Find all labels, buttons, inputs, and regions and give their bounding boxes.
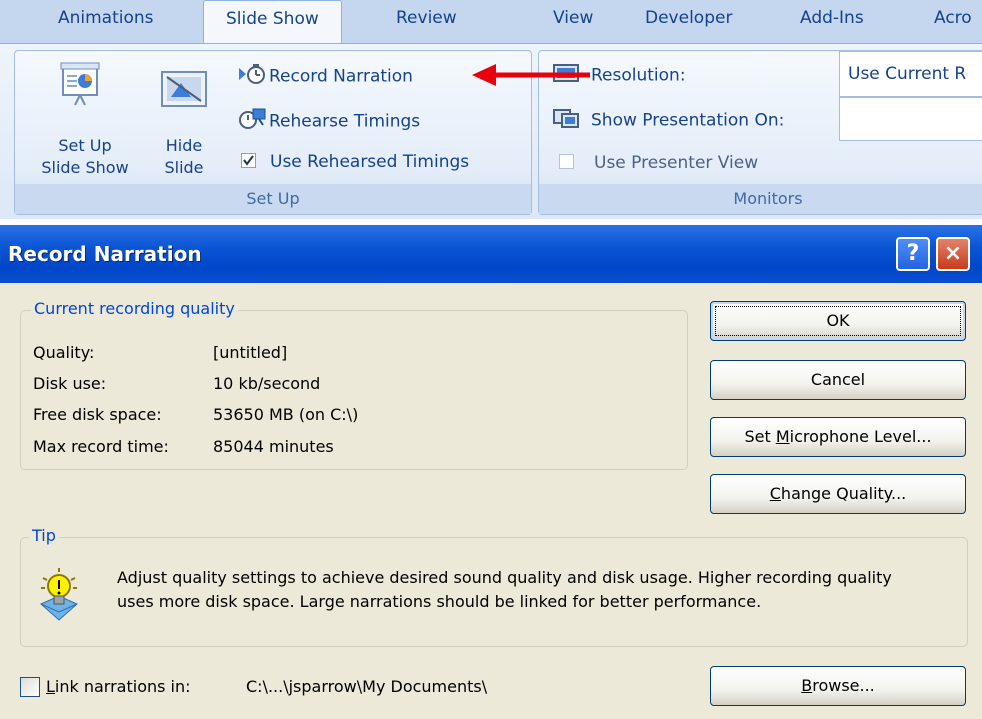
setup-slideshow-icon [59,61,103,111]
rehearse-timings-button[interactable]: Rehearse Timings [237,107,420,136]
hide-slide-label-line2: Slide [164,158,204,177]
tip-legend: Tip [29,526,59,545]
show-presentation-icon [553,108,591,133]
lightbulb-icon [37,566,81,626]
link-narrations-path: C:\...\jsparrow\My Documents\ [246,677,488,696]
link-narrations-checkbox[interactable]: Link narrations in: [20,675,220,699]
dialog-titlebar[interactable]: Record Narration ? × [0,225,982,283]
tip-text: Adjust quality settings to achieve desir… [117,568,892,611]
quality-legend: Current recording quality [31,299,238,318]
max-record-time-value: 85044 minutes [213,437,334,456]
show-presentation-on-row: Show Presentation On: [553,108,784,133]
ribbon-tabstrip: Animations Slide Show Review View Develo… [0,0,982,44]
rehearse-timings-icon [237,107,269,136]
use-rehearsed-timings-label: Use Rehearsed Timings [270,152,470,172]
link-narrations-check-box [20,677,40,697]
link-narrations-accelerator: L [46,677,55,696]
setup-group-label: Set Up [15,184,531,214]
quality-row-label: Quality: [33,343,95,362]
annotation-arrow-icon [472,62,592,92]
free-disk-space-label: Free disk space: [33,405,162,424]
setup-slideshow-label: Set Up Slide Show [21,135,149,179]
disk-use-label: Disk use: [33,374,107,393]
focus-rectangle [715,306,961,336]
set-mic-label-suffix: icrophone Level... [789,427,932,446]
tab-animations[interactable]: Animations [58,8,154,28]
use-presenter-view-check-icon [559,153,574,169]
link-narrations-label: Link narrations in: [46,677,191,696]
change-quality-label: Change Quality... [770,484,907,503]
tab-review[interactable]: Review [396,8,457,28]
cancel-button-label: Cancel [810,370,866,389]
set-mic-accelerator: M [775,427,790,446]
ribbon: Animations Slide Show Review View Develo… [0,0,982,219]
tip-groupbox: Tip Adjust quality settings to achieve d… [20,526,968,647]
rehearse-timings-label: Rehearse Timings [269,111,421,132]
setup-group: Set Up Slide Show Hide Slide Record Narr… [14,50,532,215]
set-microphone-level-label: Set Microphone Level... [744,427,931,446]
change-quality-label-suffix: hange Quality... [780,484,907,503]
monitors-group: Resolution: Use Current R Show Presentat… [538,50,982,215]
set-microphone-level-button[interactable]: Set Microphone Level... [710,417,966,457]
use-presenter-view-label: Use Presenter View [594,153,759,173]
show-presentation-on-dropdown[interactable] [839,97,982,141]
browse-button-label: Browse... [801,676,875,695]
max-record-time-label: Max record time: [33,437,169,456]
setup-slideshow-label-line2: Slide Show [41,158,129,177]
tab-acrobat[interactable]: Acro [934,8,972,28]
hide-slide-label: Hide Slide [151,135,217,179]
quality-groupbox: Current recording quality Quality: [unti… [20,299,688,470]
browse-accelerator: B [801,676,813,695]
disk-use-value: 10 kb/second [213,374,321,393]
record-narration-label: Record Narration [269,66,413,87]
show-presentation-on-label: Show Presentation On: [591,110,785,131]
change-quality-button[interactable]: Change Quality... [710,474,966,514]
cancel-button[interactable]: Cancel [710,360,966,400]
close-button[interactable]: × [936,237,970,271]
link-narrations-label-suffix: ink narrations in: [54,677,191,696]
use-rehearsed-timings-check-icon [241,152,256,168]
use-presenter-view-checkbox[interactable]: Use Presenter View [553,153,758,173]
resolution-dropdown[interactable]: Use Current R [839,51,982,97]
tab-add-ins[interactable]: Add-Ins [800,8,864,28]
browse-label-suffix: rowse... [812,676,875,695]
change-quality-accelerator: C [769,484,781,503]
free-disk-space-value: 53650 MB (on C:\) [213,405,359,424]
dialog-title: Record Narration [8,242,202,266]
help-button[interactable]: ? [896,237,930,271]
hide-slide-button[interactable]: Hide Slide [151,59,217,181]
browse-button[interactable]: Browse... [710,666,966,706]
close-icon: × [943,241,963,266]
setup-slideshow-label-line1: Set Up [58,136,112,155]
set-mic-label-prefix: Set [744,427,776,446]
tab-slide-show[interactable]: Slide Show [203,0,342,44]
setup-slideshow-button[interactable]: Set Up Slide Show [21,59,143,181]
dialog-body: Current recording quality Quality: [unti… [0,283,982,719]
help-icon: ? [906,241,920,266]
resolution-label: Resolution: [591,65,686,86]
quality-row-value: [untitled] [213,343,288,362]
tab-view[interactable]: View [553,8,593,28]
tab-developer[interactable]: Developer [645,8,732,28]
ok-button[interactable]: OK [710,301,966,341]
use-rehearsed-timings-checkbox[interactable]: Use Rehearsed Timings [237,152,469,172]
hide-slide-label-line1: Hide [165,136,203,155]
monitors-group-label: Monitors [539,184,982,214]
record-narration-button[interactable]: Record Narration [237,63,413,90]
hide-slide-icon [161,71,207,111]
record-narration-icon [237,63,269,90]
